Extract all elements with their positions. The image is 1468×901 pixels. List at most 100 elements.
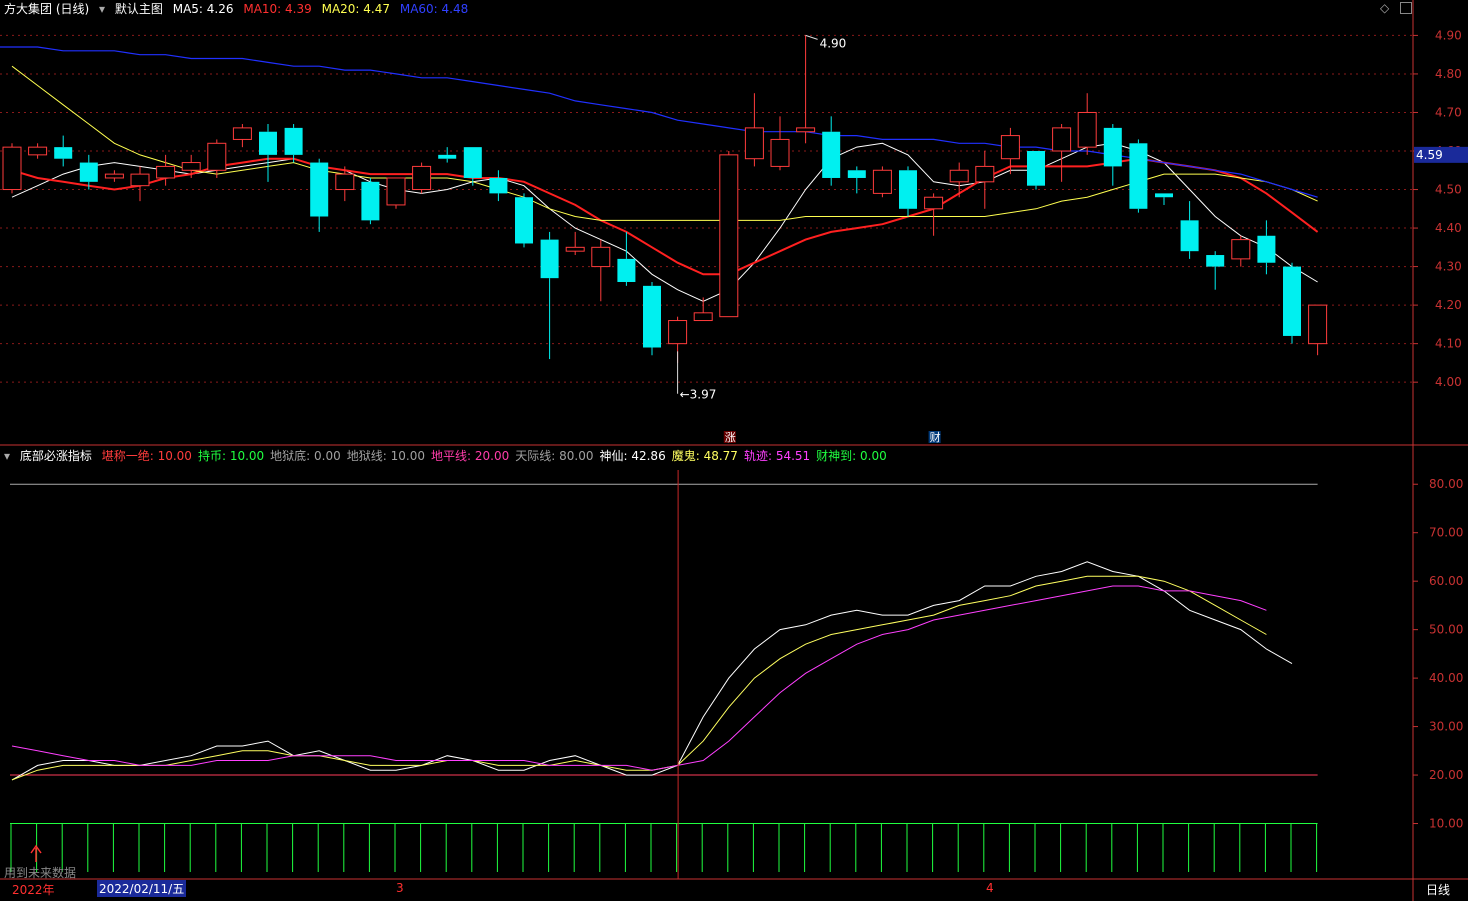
low-label: ←3.97 [680, 388, 717, 402]
indicator-item: 堪称一绝: 10.00 [102, 449, 192, 463]
ma-line-ma10 [11, 157, 1319, 276]
candle-body-up [1077, 111, 1097, 148]
candle-body-up [744, 127, 764, 160]
price-tick-label: 4.30 [1435, 260, 1462, 274]
indicator-item: 神仙: 42.86 [599, 449, 665, 463]
candle-body-down [310, 162, 329, 217]
candlestick-series [2, 35, 1328, 363]
indicator-line-0 [11, 561, 1293, 781]
main-chart-lines [0, 46, 1319, 302]
main-header: 方大集团 (日线) ▾ 默认主图 MA5: 4.26 MA10: 4.39 MA… [4, 0, 474, 17]
candle-body-down [79, 162, 98, 182]
candle [1052, 124, 1072, 182]
candle [259, 124, 277, 182]
candle [1283, 262, 1301, 344]
grid-layer [0, 34, 1413, 383]
current-price-label: 4.59 [1416, 148, 1443, 162]
candle [949, 162, 969, 198]
candle-body-up [1308, 304, 1328, 345]
candle [28, 143, 48, 159]
candle [796, 35, 816, 144]
indicator-name[interactable]: 底部必涨指标 [20, 449, 92, 463]
indicator-item-label: 地平线: [431, 449, 472, 463]
candle-body-up [565, 246, 585, 252]
indicator-tick-label: 10.00 [1429, 817, 1463, 831]
candle-body-up [591, 246, 611, 268]
candle-body-up [975, 165, 995, 183]
candle-body-down [515, 197, 533, 244]
price-tick-label: 4.40 [1435, 221, 1462, 235]
indicator-item: 轨迹: 54.51 [744, 449, 810, 463]
high-label: 4.90 [820, 36, 847, 50]
candle-body-down [489, 177, 508, 194]
ma60-item: MA60: 4.48 [400, 2, 468, 16]
candle [104, 170, 124, 182]
ma20-label: MA20: [321, 2, 360, 16]
chevron-icon[interactable]: ▾ [4, 449, 10, 463]
candle [1155, 193, 1173, 205]
candle-body-up [130, 173, 150, 187]
chevron-icon[interactable]: ▾ [99, 2, 105, 16]
candle-body-down [899, 170, 917, 209]
candle [975, 151, 995, 209]
indicator-item-label: 魔鬼: [671, 449, 700, 463]
candle [872, 166, 892, 198]
candle [310, 158, 329, 232]
candle [54, 135, 73, 167]
price-tick-label: 4.70 [1435, 105, 1462, 119]
indicator-tick-label: 30.00 [1429, 720, 1463, 734]
price-tick-label: 4.90 [1435, 28, 1462, 42]
candle [822, 116, 841, 186]
candle [1180, 201, 1199, 259]
candle-body-down [617, 258, 636, 282]
indicator-item-value: 42.86 [631, 449, 666, 463]
ma20-value: 4.47 [363, 2, 391, 16]
stock-title[interactable]: 方大集团 (日线) [4, 2, 89, 16]
indicator-tick-label: 60.00 [1429, 574, 1463, 588]
candle-body-down [438, 154, 457, 159]
buy-arrow-icon [30, 844, 42, 862]
candle-body-up [207, 142, 227, 171]
indicator-item: 地平线: 20.00 [431, 449, 509, 463]
candle [1231, 235, 1251, 267]
period-button[interactable]: 日线 [1426, 881, 1450, 898]
candle [924, 193, 944, 236]
candle [693, 297, 713, 322]
future-data-note: 用到未来数据 [4, 866, 77, 880]
candle [232, 124, 252, 148]
month-label-4: 4 [986, 881, 994, 895]
candle [1027, 151, 1045, 190]
candle [770, 116, 790, 171]
indicator-tick-label: 40.00 [1429, 671, 1463, 685]
candle-body-down [1027, 151, 1045, 186]
indicator-tick-label: 80.00 [1429, 477, 1463, 491]
indicator-line-1 [11, 575, 1267, 781]
main-chart-label[interactable]: 默认主图 [115, 2, 163, 16]
indicator-item-label: 地狱底: [270, 449, 311, 463]
candle-body-down [643, 285, 661, 348]
candle [130, 166, 150, 202]
candle [617, 231, 636, 286]
candle-body-down [1257, 235, 1276, 263]
candle-body-down [1129, 143, 1148, 209]
ma5-label: MA5: [172, 2, 203, 16]
indicator-item-value: 54.51 [775, 449, 811, 463]
indicator-item: 持币: 10.00 [198, 449, 264, 463]
candle [284, 124, 303, 163]
indicator-item-label: 财神到: [816, 449, 857, 463]
candle [643, 282, 661, 356]
scroll-icon[interactable] [1400, 2, 1412, 14]
indicator-tick-label: 50.00 [1429, 623, 1463, 637]
indicator-values: 堪称一绝: 10.00 持币: 10.00 地狱底: 0.00 地狱线: 10.00 地… [102, 449, 893, 463]
diamond-icon[interactable]: ◇ [1380, 1, 1389, 15]
indicator-item-value: 80.00 [559, 449, 594, 463]
candle-body-down [1283, 266, 1301, 336]
ma5-value: 4.26 [206, 2, 234, 16]
indicator-item-label: 堪称一绝: [101, 449, 154, 463]
candle [1308, 304, 1328, 356]
candle-body-down [54, 147, 73, 159]
ma10-item: MA10: 4.39 [243, 2, 311, 16]
candle [412, 162, 432, 194]
candle-body-up [668, 320, 688, 345]
candle-body-down [847, 170, 866, 178]
